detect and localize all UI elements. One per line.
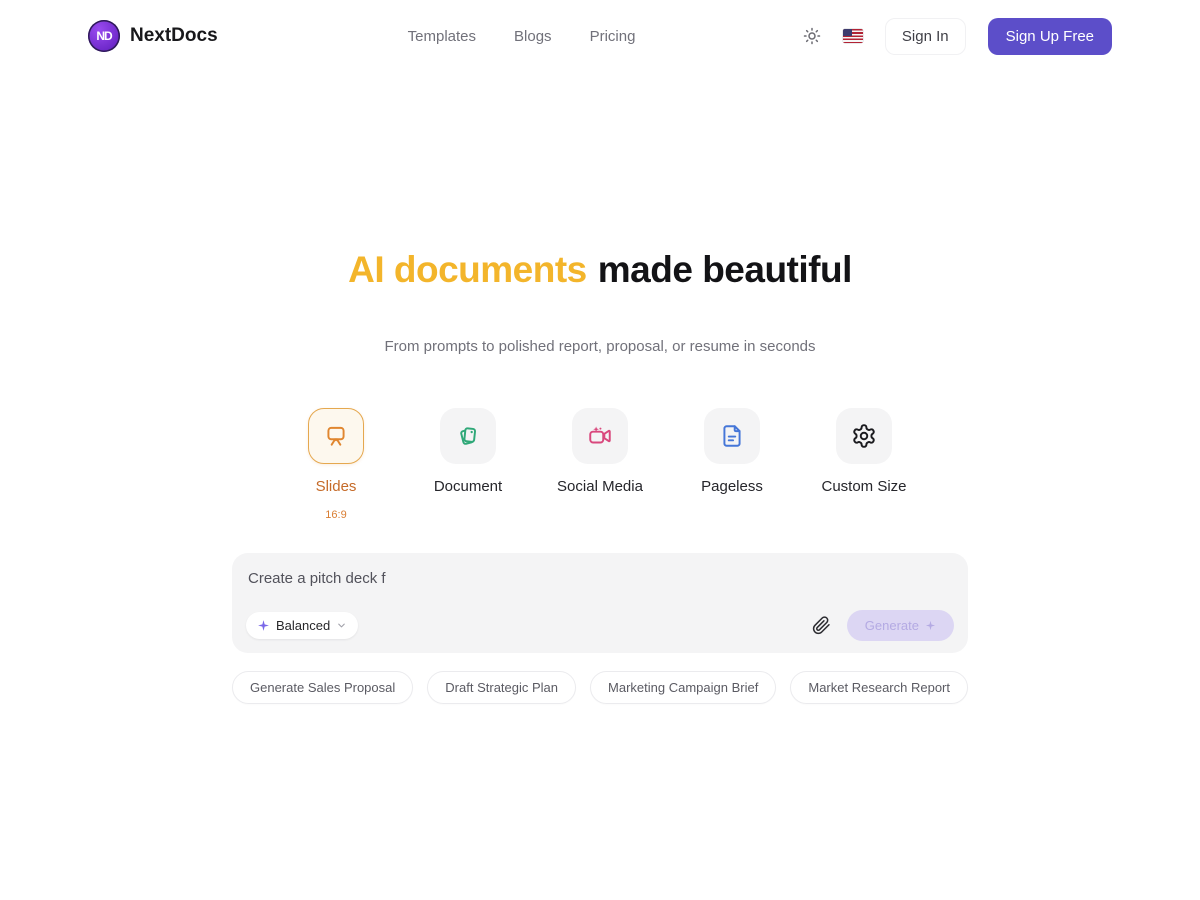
logo-monogram: ND [96, 29, 111, 43]
video-camera-icon [587, 423, 613, 449]
social-media-tile [572, 408, 628, 464]
chip-draft-strategic-plan[interactable]: Draft Strategic Plan [427, 671, 576, 704]
nav-templates[interactable]: Templates [408, 28, 476, 45]
brand-name: NextDocs [130, 25, 218, 47]
hero-subtitle: From prompts to polished report, proposa… [0, 338, 1200, 355]
chip-generate-sales-proposal[interactable]: Generate Sales Proposal [232, 671, 413, 704]
chevron-down-icon [336, 620, 347, 631]
document-tile [440, 408, 496, 464]
format-option-pageless[interactable]: Pageless [676, 408, 788, 495]
prompt-input[interactable]: Create a pitch deck f [246, 565, 954, 607]
mode-selector-dropdown[interactable]: Balanced [246, 612, 358, 639]
chip-marketing-campaign-brief[interactable]: Marketing Campaign Brief [590, 671, 776, 704]
generate-sparkle-icon [925, 620, 936, 631]
header-actions: Sign In Sign Up Free [803, 18, 1112, 55]
copy-pages-icon [455, 423, 481, 449]
nextdocs-landing-page: ND NextDocs Templates Blogs Pricing Sign… [0, 0, 1200, 900]
mode-label: Balanced [276, 618, 330, 633]
format-label: Social Media [557, 478, 643, 495]
us-flag-icon [843, 29, 863, 43]
prompt-card: Create a pitch deck f Balanced Gener [232, 553, 968, 653]
theme-toggle-button[interactable] [803, 27, 821, 45]
prompt-right-controls: Generate [808, 610, 954, 641]
slides-tile [308, 408, 364, 464]
suggestion-chips: Generate Sales Proposal Draft Strategic … [232, 671, 968, 704]
title-highlight: AI documents [348, 249, 587, 290]
pageless-tile [704, 408, 760, 464]
format-label: Slides [316, 478, 357, 495]
logo-nd-icon: ND [88, 20, 120, 52]
paperclip-icon [812, 616, 831, 635]
header: ND NextDocs Templates Blogs Pricing Sign… [0, 0, 1200, 72]
attach-file-button[interactable] [808, 612, 835, 639]
format-label: Pageless [701, 478, 763, 495]
presentation-icon [323, 423, 349, 449]
format-option-slides[interactable]: Slides 16:9 [280, 408, 392, 521]
format-option-custom-size[interactable]: Custom Size [808, 408, 920, 495]
format-option-social-media[interactable]: Social Media [544, 408, 656, 495]
brand-logo[interactable]: ND NextDocs [88, 20, 218, 52]
file-document-icon [719, 423, 745, 449]
format-option-document[interactable]: Document [412, 408, 524, 495]
sparkle-icon [257, 619, 270, 632]
generate-label: Generate [865, 618, 919, 633]
generate-button[interactable]: Generate [847, 610, 954, 641]
nav-blogs[interactable]: Blogs [514, 28, 552, 45]
format-label: Document [434, 478, 502, 495]
sign-up-button[interactable]: Sign Up Free [988, 18, 1112, 55]
nav-pricing[interactable]: Pricing [590, 28, 636, 45]
format-aspect-ratio: 16:9 [325, 509, 346, 521]
format-label: Custom Size [821, 478, 906, 495]
chip-market-research-report[interactable]: Market Research Report [790, 671, 968, 704]
language-button[interactable] [843, 29, 863, 43]
title-rest: made beautiful [598, 249, 852, 290]
hero-section: AI documents made beautiful From prompts … [0, 248, 1200, 355]
sun-icon [803, 27, 821, 45]
prompt-controls: Balanced Generate [246, 610, 954, 641]
sign-in-button[interactable]: Sign In [885, 18, 966, 55]
format-selector: Slides 16:9 Document Social Me [0, 408, 1200, 529]
gear-icon [851, 423, 877, 449]
main-nav: Templates Blogs Pricing [408, 28, 636, 45]
page-title: AI documents made beautiful [0, 248, 1200, 292]
custom-size-tile [836, 408, 892, 464]
